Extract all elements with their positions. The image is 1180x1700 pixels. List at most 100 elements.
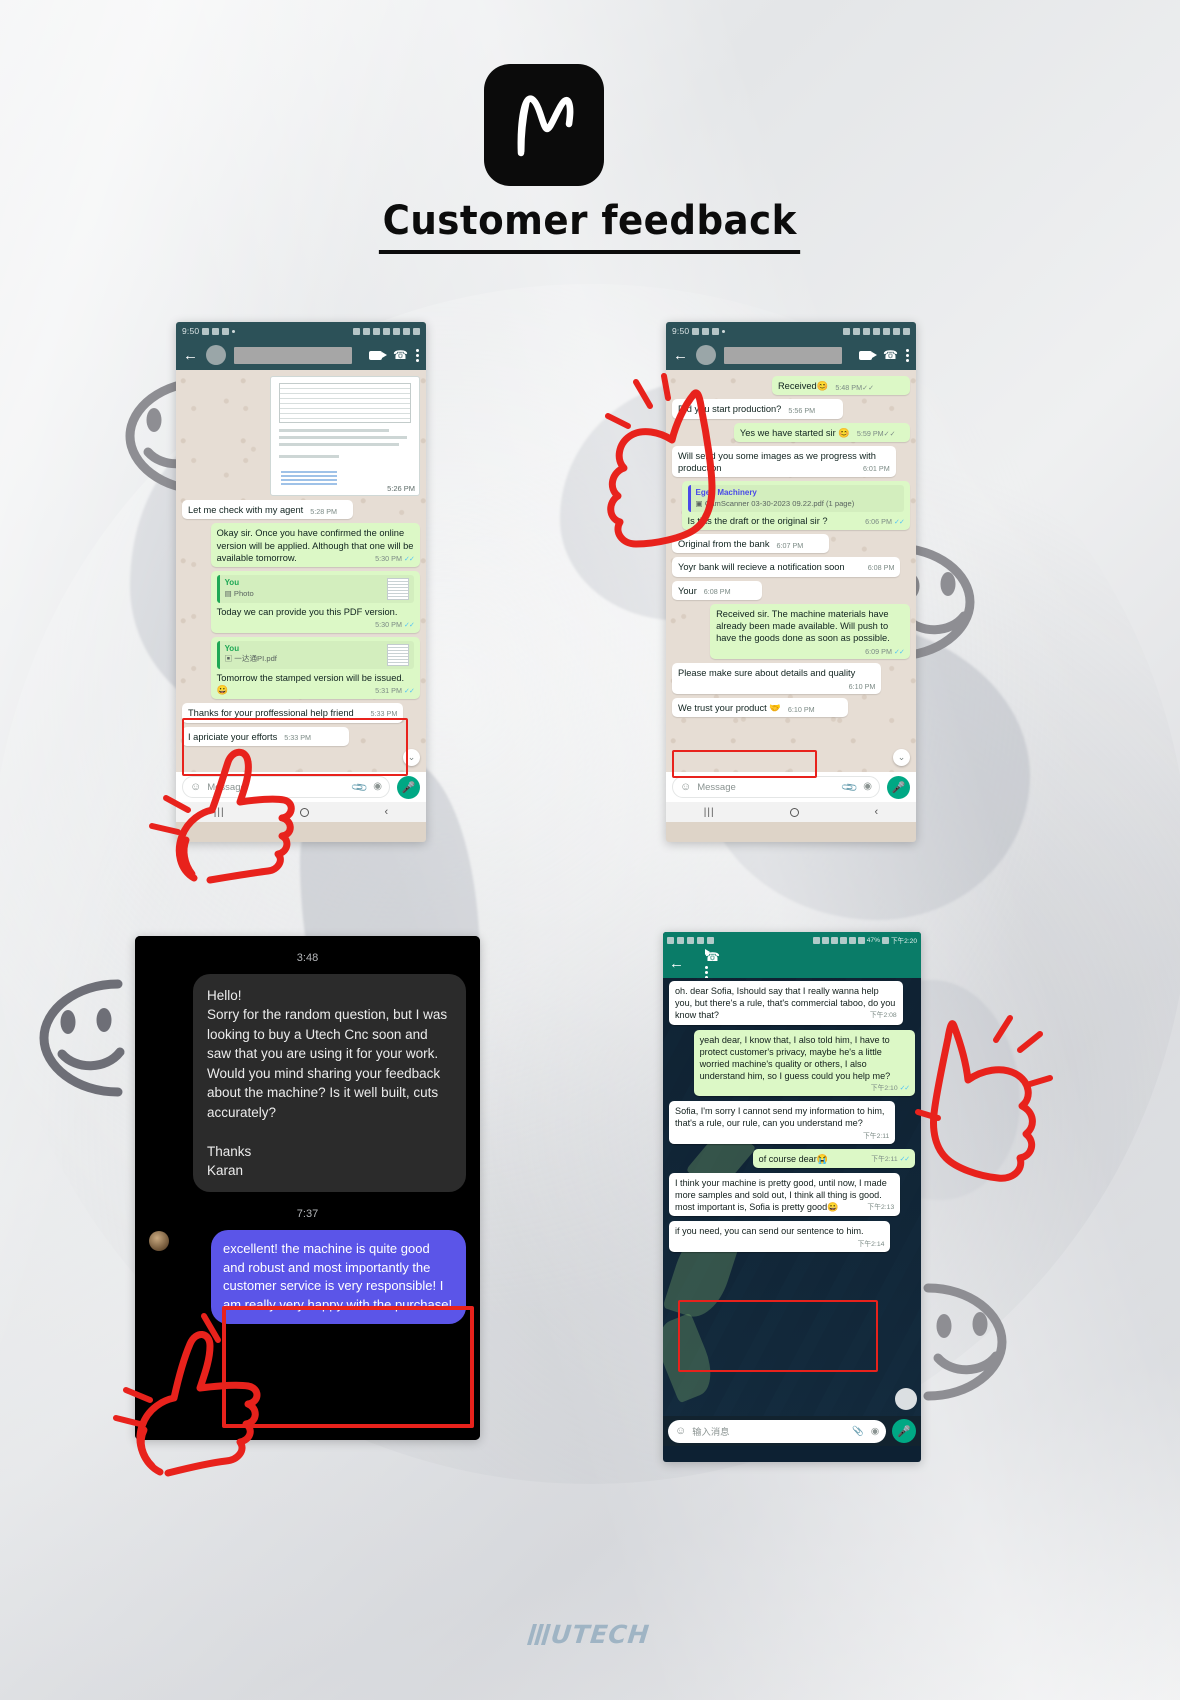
message-bubble[interactable]: Your 6:08 PM (672, 580, 763, 600)
message-icon (687, 936, 694, 944)
emoji-icon[interactable]: ☺ (680, 781, 691, 793)
messenger-conversation[interactable]: 3:48 Hello! Sorry for the random questio… (135, 936, 480, 1440)
message-input[interactable]: ☺ Message 📎 ◉ (672, 776, 880, 798)
quoted-message[interactable]: You ▤ Photo (216, 575, 414, 604)
status-time: 下午2:20 (890, 938, 917, 945)
document-table (279, 383, 411, 423)
back-nav-icon[interactable]: ‹ (385, 806, 389, 818)
message-text: excellent! the machine is quite good and… (223, 1241, 453, 1312)
read-ticks-icon: ✓✓ (883, 429, 896, 439)
back-icon[interactable]: ← (183, 348, 198, 363)
back-nav-icon[interactable]: ‹ (875, 806, 879, 818)
clock-icon (812, 936, 820, 944)
scroll-to-bottom-button[interactable]: ⌄ (893, 749, 910, 766)
link-icon (363, 327, 370, 335)
voice-record-button[interactable]: 🎤 (397, 775, 420, 799)
brand-name: UTECH (549, 1620, 652, 1649)
avatar[interactable] (696, 345, 716, 365)
message-bubble[interactable]: Egeb Machinery ▣ CamScanner 03-30-2023 0… (681, 481, 910, 531)
voice-call-icon[interactable]: ☎ (883, 349, 898, 361)
smiley-icon (912, 1282, 1024, 1402)
message-bubble[interactable]: You ▤ Photo Today we can provide you thi… (210, 571, 420, 633)
message-bubble[interactable]: Did you start production? 5:56 PM (672, 399, 844, 419)
signal-icon (403, 327, 410, 335)
menu-icon[interactable] (705, 965, 708, 979)
menu-icon[interactable] (416, 348, 419, 362)
avatar[interactable] (206, 345, 226, 365)
quoted-message[interactable]: Egeb Machinery ▣ CamScanner 03-30-2023 0… (687, 485, 904, 512)
message-bubble[interactable]: if you need, you can send our sentence t… (669, 1221, 891, 1252)
message-timestamp: 6:10 PM (848, 681, 876, 691)
attach-icon[interactable]: 📎 (840, 778, 859, 796)
voice-record-button[interactable]: 🎤 (887, 775, 910, 799)
mail-icon (702, 327, 710, 335)
message-bubble[interactable]: We trust your product 🤝 6:10 PM (672, 698, 849, 718)
message-bubble[interactable]: Will send you some images as we progress… (672, 445, 896, 478)
read-ticks-icon: ✓✓ (893, 516, 905, 526)
attach-icon[interactable]: 📎 (852, 1426, 864, 1437)
message-bubble[interactable]: Thanks for your proffessional help frien… (182, 703, 404, 723)
message-bubble[interactable]: Received😊 5:48 PM✓✓ (771, 376, 910, 396)
message-bubble[interactable]: Yes we have started sir 😊 5:59 PM✓✓ (733, 422, 910, 442)
message-composer[interactable]: ☺ 输入消息 📎 ◉ 🎤 (663, 1416, 921, 1446)
camera-icon[interactable]: ◉ (871, 1426, 879, 1437)
message-bubble[interactable]: yeah dear, I know that, I also told him,… (693, 1029, 915, 1097)
camera-icon[interactable]: ◉ (863, 781, 872, 794)
message-input[interactable]: ☺ 输入消息 📎 ◉ (668, 1419, 886, 1443)
message-bubble[interactable]: You ▣ 一达通PI.pdf Tomorrow the stamped ver… (210, 636, 420, 700)
emoji-icon[interactable]: ☺ (675, 1425, 686, 1437)
read-ticks-icon: ✓✓ (899, 1085, 910, 1093)
chat-messages[interactable]: Received😊 5:48 PM✓✓ Did you start produc… (666, 370, 916, 772)
message-input[interactable]: ☺ Message 📎 ◉ (182, 776, 390, 798)
menu-icon[interactable] (906, 348, 909, 362)
home-icon[interactable] (790, 807, 800, 817)
recents-icon[interactable]: ||| (214, 807, 225, 818)
scroll-to-bottom-button[interactable]: ⌄ (403, 749, 420, 766)
message-bubble[interactable]: Okay sir. Once you have confirmed the on… (210, 523, 420, 568)
video-call-icon[interactable] (369, 350, 387, 360)
message-text: We trust your product 🤝 (678, 703, 781, 714)
status-time: 9:50 (182, 326, 200, 336)
message-timestamp: 下午2:14 (857, 1240, 885, 1248)
chat-messages[interactable]: oh. dear Sofia, Ishould say that I reall… (663, 978, 921, 1416)
quote-author: You (224, 643, 240, 653)
scroll-to-bottom-button[interactable] (895, 1388, 917, 1410)
message-bubble[interactable]: Received sir. The machine materials have… (710, 603, 910, 660)
back-icon[interactable]: ← (673, 348, 688, 363)
home-icon[interactable] (300, 807, 310, 817)
camera-icon[interactable]: ◉ (373, 781, 382, 794)
recents-icon[interactable]: ||| (704, 807, 715, 818)
chat-messages[interactable]: 5:26 PM Let me check with my agent 5:28 … (176, 370, 426, 772)
download-icon (222, 327, 230, 335)
message-bubble[interactable]: I apriciate your efforts 5:33 PM (182, 726, 349, 746)
read-ticks-icon: ✓✓ (893, 646, 905, 656)
message-bubble[interactable]: of course dear😭 下午2:11 ✓✓ (752, 1148, 915, 1168)
avatar[interactable] (149, 1231, 169, 1251)
message-composer[interactable]: ☺ Message 📎 ◉ 🎤 (666, 772, 916, 802)
wifi-icon (848, 936, 856, 944)
message-bubble-incoming[interactable]: Hello! Sorry for the random question, bu… (193, 974, 466, 1193)
message-bubble-outgoing[interactable]: excellent! the machine is quite good and… (211, 1230, 466, 1325)
bluetooth-icon (830, 936, 838, 944)
quoted-message[interactable]: You ▣ 一达通PI.pdf (216, 640, 414, 669)
back-icon[interactable]: ← (669, 955, 684, 972)
emoji-icon[interactable]: ☺ (190, 781, 201, 793)
sync-icon (353, 327, 360, 335)
message-bubble[interactable]: Original from the bank 6:07 PM (672, 534, 830, 554)
contact-name-redacted (234, 346, 352, 364)
conversation-timestamp: 3:48 (296, 952, 319, 964)
voice-record-button[interactable]: 🎤 (892, 1419, 916, 1443)
attach-icon[interactable]: 📎 (350, 778, 369, 796)
rotate-icon (863, 327, 870, 335)
voice-call-icon[interactable]: ☎ (393, 349, 408, 361)
message-bubble[interactable]: I think your machine is pretty good, unt… (669, 1172, 901, 1217)
message-bubble[interactable]: Let me check with my agent 5:28 PM (182, 500, 354, 520)
message-composer[interactable]: ☺ Message 📎 ◉ 🎤 (176, 772, 426, 802)
message-text: Your (678, 585, 697, 596)
message-bubble[interactable]: Yoyr bank will recieve a notification so… (672, 557, 901, 577)
message-bubble[interactable]: Sofia, I'm sorry I cannot send my inform… (669, 1101, 896, 1144)
message-bubble[interactable]: Please make sure about details and quali… (672, 663, 882, 695)
message-bubble[interactable]: oh. dear Sofia, Ishould say that I reall… (669, 981, 903, 1025)
video-call-icon[interactable] (859, 350, 877, 360)
document-preview-image[interactable]: 5:26 PM (270, 376, 420, 496)
